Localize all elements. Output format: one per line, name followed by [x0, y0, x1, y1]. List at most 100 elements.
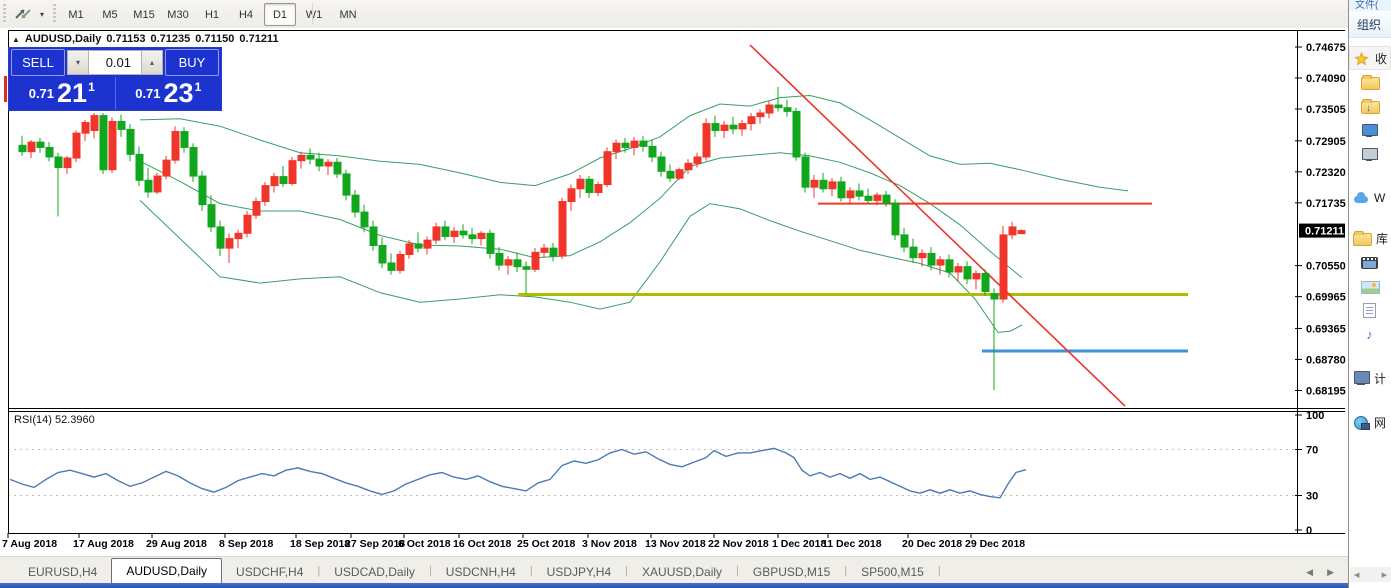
svg-text:29 Aug 2018: 29 Aug 2018: [146, 538, 207, 550]
timeframe-button-mn[interactable]: MN: [332, 3, 364, 26]
explorer-item-music[interactable]: ♪: [1349, 322, 1391, 346]
explorer-item-recent-places[interactable]: [1349, 142, 1391, 166]
ohlc-low: 0.71150: [195, 33, 234, 45]
rsi-value: 52.3960: [55, 414, 95, 426]
svg-text:1 Dec 2018: 1 Dec 2018: [772, 538, 826, 550]
chart-tab-usdcnh-h4[interactable]: USDCNH,H4: [432, 561, 530, 583]
tool-dropdown-caret-icon[interactable]: ▾: [40, 10, 44, 19]
svg-text:22 Nov 2018: 22 Nov 2018: [708, 538, 769, 550]
timeframe-button-m15[interactable]: M15: [128, 3, 160, 26]
buy-price[interactable]: 0.71 23 1: [116, 77, 222, 110]
rsi-axis: 10070300: [1295, 410, 1324, 537]
tab-separator: |: [938, 565, 941, 577]
folder-download-icon: ↓: [1361, 101, 1380, 114]
sell-price[interactable]: 0.71 21 1: [9, 77, 116, 110]
svg-text:0.71211: 0.71211: [1305, 226, 1344, 238]
tabs-scroll-left-icon[interactable]: ◀: [1306, 567, 1313, 578]
collapse-arrow-icon[interactable]: ▲: [12, 35, 20, 44]
svg-text:0.68780: 0.68780: [1306, 354, 1346, 366]
explorer-item-cloud[interactable]: W: [1349, 186, 1391, 210]
svg-text:3 Nov 2018: 3 Nov 2018: [582, 538, 637, 550]
volume-decrease-icon[interactable]: ▾: [67, 50, 89, 75]
timeframe-toolbar: ▾ M1M5M15M30H1H4D1W1MN: [0, 0, 1391, 29]
chart-tab-gbpusd-m15[interactable]: GBPUSD,M15: [739, 561, 844, 583]
chart-tab-eurusd-h4[interactable]: EURUSD,H4: [14, 561, 111, 583]
explorer-item-computer[interactable]: 计: [1349, 366, 1391, 390]
volume-input[interactable]: 0.01: [89, 50, 141, 75]
timeframe-button-h1[interactable]: H1: [196, 3, 228, 26]
chart-tab-usdchf-h4[interactable]: USDCHF,H4: [222, 561, 317, 583]
volume-stepper: ▾ 0.01 ▴: [67, 50, 163, 75]
timeframe-button-m5[interactable]: M5: [94, 3, 126, 26]
explorer-item-documents[interactable]: [1349, 298, 1391, 322]
timeframe-button-w1[interactable]: W1: [298, 3, 330, 26]
explorer-item-folder-download[interactable]: ↓: [1349, 94, 1391, 118]
toolbar-separator: [312, 3, 313, 25]
videos-icon: [1361, 257, 1378, 269]
svg-text:20 Dec 2018: 20 Dec 2018: [902, 538, 962, 550]
svg-text:8 Sep 2018: 8 Sep 2018: [219, 538, 273, 550]
timeframe-button-m30[interactable]: M30: [162, 3, 194, 26]
explorer-scroll-right-icon[interactable]: ▶: [1382, 571, 1387, 579]
explorer-item-libraries-folder[interactable]: 库: [1349, 226, 1391, 250]
tabs-scroll-right-icon[interactable]: ▶: [1327, 567, 1334, 578]
download-arrow-glyph: ↓: [1366, 104, 1371, 114]
explorer-item-network[interactable]: 网: [1349, 410, 1391, 434]
chart-tab-xauusd-daily[interactable]: XAUUSD,Daily: [628, 561, 736, 583]
explorer-hscrollbar[interactable]: ◀ ▶: [1350, 567, 1391, 582]
buy-price-prefix: 0.71: [135, 86, 160, 101]
ohlc-open: 0.71153: [106, 33, 145, 45]
rsi-layer: [10, 448, 1026, 497]
timeframe-button-h4[interactable]: H4: [230, 3, 262, 26]
explorer-item-pictures[interactable]: [1349, 274, 1391, 298]
chart-tab-usdcad-daily[interactable]: USDCAD,Daily: [320, 561, 429, 583]
buy-button[interactable]: BUY: [165, 49, 219, 76]
double-arrow-tool-icon[interactable]: [12, 4, 38, 24]
downtrend-line[interactable]: [750, 45, 1125, 406]
rsi-name: RSI(14): [14, 414, 52, 426]
desktop-icon: [1361, 123, 1378, 138]
analysis-lines[interactable]: [518, 45, 1188, 406]
toolbar-grip2[interactable]: [53, 4, 56, 24]
explorer-organize-button[interactable]: 组织: [1349, 11, 1391, 38]
svg-text:25 Oct 2018: 25 Oct 2018: [517, 538, 576, 550]
svg-text:0.70550: 0.70550: [1306, 261, 1346, 273]
svg-text:13 Nov 2018: 13 Nov 2018: [645, 538, 706, 550]
toolbar-grip[interactable]: [3, 4, 6, 24]
timeframe-button-m1[interactable]: M1: [60, 3, 92, 26]
explorer-file-menu[interactable]: 文件(: [1349, 0, 1391, 11]
file-explorer-panel: 文件( 组织 收 ↓ W库 ♪ 计网 ◀ ▶: [1348, 0, 1391, 588]
chart-tab-audusd-daily[interactable]: AUDUSD,Daily: [111, 558, 222, 583]
chart-tab-sp500-m15[interactable]: SP500,M15: [847, 561, 938, 583]
mt4-window: ▾ M1M5M15M30H1H4D1W1MN 0.746750.740900.7…: [0, 0, 1391, 588]
svg-text:0.74090: 0.74090: [1306, 73, 1346, 85]
sell-price-pipette: 1: [88, 80, 95, 94]
pictures-icon: [1361, 281, 1380, 294]
svg-text:30: 30: [1306, 491, 1318, 503]
timeframe-buttons: M1M5M15M30H1H4D1W1MN: [60, 3, 364, 26]
explorer-item-desktop[interactable]: [1349, 118, 1391, 142]
ohlc-high: 0.71235: [150, 33, 190, 45]
computer-icon: [1353, 371, 1370, 386]
network-icon: [1353, 415, 1370, 430]
sell-price-prefix: 0.71: [29, 86, 54, 101]
chart-window: 0.746750.740900.735050.729050.723200.717…: [0, 28, 1348, 556]
volume-increase-icon[interactable]: ▴: [141, 50, 163, 75]
explorer-item-videos[interactable]: [1349, 250, 1391, 274]
chart-tab-usdjpy-h4[interactable]: USDJPY,H4: [533, 561, 625, 583]
bollinger-lower-band: [140, 200, 1022, 332]
svg-text:27 Sep 2018: 27 Sep 2018: [345, 538, 405, 550]
sell-button[interactable]: SELL: [11, 49, 65, 76]
explorer-item-star[interactable]: 收: [1349, 46, 1391, 70]
buy-price-big: 23: [164, 80, 194, 107]
candles: [19, 87, 1025, 390]
explorer-scroll-left-icon[interactable]: ◀: [1354, 571, 1359, 579]
spread-marker: [4, 76, 7, 102]
svg-text:0: 0: [1306, 525, 1312, 537]
timeframe-button-d1[interactable]: D1: [264, 3, 296, 26]
one-click-trading-panel: SELL ▾ 0.01 ▴ BUY 0.71 21 1 0.71 23 1: [8, 47, 222, 111]
chart-title: ▲ AUDUSD,Daily 0.71153 0.71235 0.71150 0…: [12, 33, 279, 45]
explorer-item-folder[interactable]: [1349, 70, 1391, 94]
cloud-icon: [1353, 191, 1370, 206]
svg-text:0.72905: 0.72905: [1306, 136, 1346, 148]
